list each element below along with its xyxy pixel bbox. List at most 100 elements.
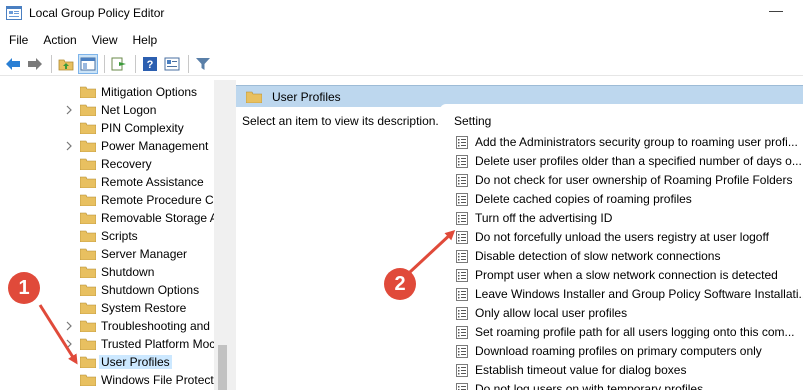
policy-setting-icon [456,326,468,339]
tree-item[interactable]: Scripts [0,227,231,245]
setting-row[interactable]: Delete cached copies of roaming profiles [454,190,803,209]
setting-label: Establish timeout value for dialog boxes [475,363,687,377]
show-hide-tree-icon [80,57,96,70]
tree-item-label: Recovery [101,157,152,171]
up-folder-button[interactable] [56,54,76,74]
tree-item[interactable]: Remote Procedure Ca [0,191,231,209]
menu-file[interactable]: File [3,33,34,47]
window-title: Local Group Policy Editor [29,6,165,20]
setting-label: Only allow local user profiles [475,306,628,320]
policy-setting-icon [456,193,468,206]
tree-item-label: Power Management [101,139,209,153]
folder-icon [80,374,96,386]
toolbar-separator [104,54,105,73]
tree-item[interactable]: Net Logon [0,101,231,119]
setting-label: Do not log users on with temporary profi… [475,382,704,390]
tree-item[interactable]: Power Management [0,137,231,155]
forward-button[interactable] [25,54,45,74]
tree-item[interactable]: User Profiles [0,353,231,371]
tree-item-label: PIN Complexity [101,121,184,135]
folder-icon [80,122,96,134]
setting-label: Set roaming profile path for all users l… [475,325,795,339]
tree-item-label: Shutdown Options [101,283,200,297]
chevron-right-icon[interactable] [63,337,75,351]
folder-icon [80,248,96,260]
tree-scrollbar-thumb[interactable] [218,345,227,390]
help-icon: ? [143,56,157,71]
policy-setting-icon [456,174,468,187]
folder-icon [80,194,96,206]
toolbar: ? [0,52,803,76]
settings-list: Setting Add the Administrators security … [440,104,803,390]
filter-icon [196,57,210,70]
setting-row[interactable]: Do not forcefully unload the users regis… [454,228,803,247]
tree-item-label: User Profiles [99,355,172,369]
setting-row[interactable]: Only allow local user profiles [454,304,803,323]
tree-item[interactable]: Removable Storage A [0,209,231,227]
folder-icon [80,104,96,116]
tree-item-label: Mitigation Options [101,85,198,99]
menu-bar: File Action View Help [0,29,803,51]
tree-item-label: Removable Storage A [101,211,218,225]
tree-item[interactable]: Recovery [0,155,231,173]
setting-row[interactable]: Set roaming profile path for all users l… [454,323,803,342]
setting-row[interactable]: Turn off the advertising ID [454,209,803,228]
folder-icon [80,338,96,350]
chevron-right-icon[interactable] [63,103,75,117]
policy-setting-icon [456,345,468,358]
tree-item[interactable]: Windows File Protect [0,371,231,389]
setting-row[interactable]: Prompt user when a slow network connecti… [454,266,803,285]
setting-row[interactable]: Do not check for user ownership of Roami… [454,171,803,190]
title-bar: Local Group Policy Editor — [0,0,803,28]
setting-column-header[interactable]: Setting [454,114,491,128]
item-description: Select an item to view its description. [242,114,439,128]
policy-setting-icon [456,136,468,149]
chevron-right-icon[interactable] [63,319,75,333]
setting-label: Turn off the advertising ID [475,211,613,225]
export-list-icon [111,57,126,70]
policy-setting-icon [456,250,468,263]
help-button[interactable]: ? [140,54,160,74]
folder-icon [80,212,96,224]
tree-scrollbar[interactable] [214,80,231,390]
tree-item[interactable]: System Restore [0,299,231,317]
filter-button[interactable] [193,54,213,74]
tree-item[interactable]: Server Manager [0,245,231,263]
setting-row[interactable]: Add the Administrators security group to… [454,133,803,152]
setting-label: Leave Windows Installer and Group Policy… [475,287,803,301]
show-hide-tree-button[interactable] [78,53,98,74]
setting-row[interactable]: Leave Windows Installer and Group Policy… [454,285,803,304]
menu-help[interactable]: Help [127,33,164,47]
tree-item-label: Troubleshooting and [101,319,210,333]
tree-item[interactable]: Remote Assistance [0,173,231,191]
tree-item-label: Remote Procedure Ca [101,193,221,207]
policy-setting-icon [456,155,468,168]
tree-item[interactable]: PIN Complexity [0,119,231,137]
policy-setting-icon [456,288,468,301]
setting-row[interactable]: Establish timeout value for dialog boxes [454,361,803,380]
tree-item-label: Windows File Protect [101,373,214,387]
chevron-right-icon[interactable] [63,139,75,153]
setting-row[interactable]: Do not log users on with temporary profi… [454,380,803,390]
menu-view[interactable]: View [86,33,124,47]
policy-setting-icon [456,212,468,225]
properties-button[interactable] [162,54,182,74]
tree-item[interactable]: Troubleshooting and [0,317,231,335]
setting-label: Add the Administrators security group to… [475,135,798,149]
setting-row[interactable]: Download roaming profiles on primary com… [454,342,803,361]
setting-label: Do not forcefully unload the users regis… [475,230,769,244]
back-button[interactable] [3,54,23,74]
group-policy-app-icon [6,6,22,20]
setting-row[interactable]: Delete user profiles older than a specif… [454,152,803,171]
folder-icon [80,158,96,170]
tree-item-label: Remote Assistance [101,175,204,189]
svg-text:?: ? [147,59,154,71]
tree-item[interactable]: Mitigation Options [0,83,231,101]
menu-action[interactable]: Action [37,33,82,47]
setting-label: Do not check for user ownership of Roami… [475,173,793,187]
export-list-button[interactable] [109,54,129,74]
tree-item[interactable]: Trusted Platform Moc [0,335,231,353]
minimize-button[interactable]: — [761,2,791,18]
setting-row[interactable]: Disable detection of slow network connec… [454,247,803,266]
folder-icon [80,230,96,242]
